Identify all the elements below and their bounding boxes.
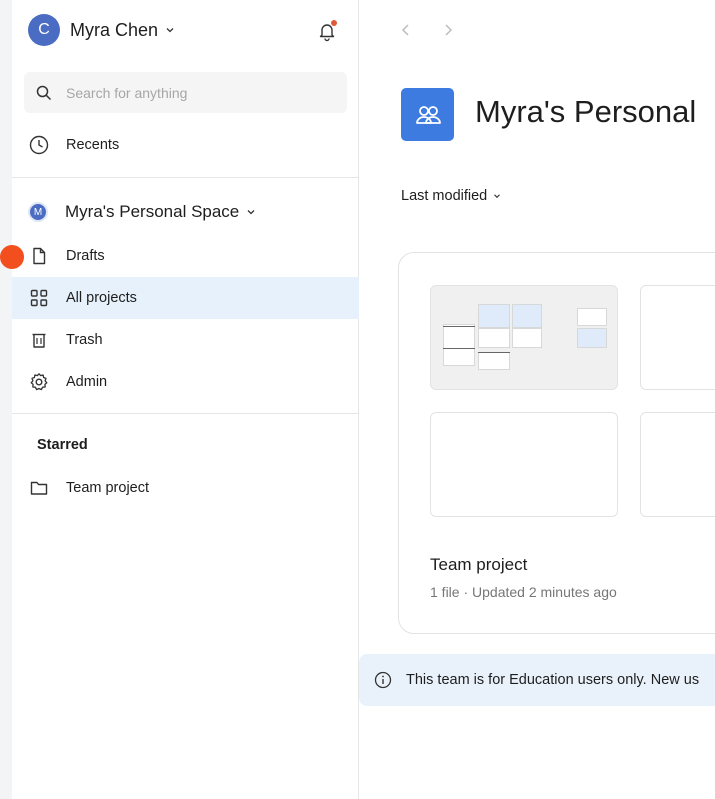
- thumbnail-line: [443, 326, 475, 327]
- thumbnail-frame: [478, 328, 510, 348]
- notifications-button[interactable]: [316, 20, 338, 42]
- thumbnail-frame: [478, 304, 510, 328]
- arrow-right-icon[interactable]: [439, 20, 457, 40]
- sidebar: C Myra Chen Recents M: [12, 0, 359, 799]
- project-meta: 1 file · Updated 2 minutes ago: [430, 584, 617, 600]
- thumbnail-frame: [443, 324, 475, 366]
- page-title: Myra's Personal: [475, 94, 697, 129]
- info-icon: [374, 671, 392, 689]
- search-input[interactable]: [66, 84, 326, 101]
- project-card[interactable]: Team project 1 file · Updated 2 minutes …: [398, 252, 715, 634]
- sidebar-item-drafts[interactable]: Drafts: [12, 235, 359, 277]
- info-banner: This team is for Education users only. N…: [359, 654, 715, 706]
- grid-icon: [28, 287, 50, 309]
- file-thumbnail: [430, 412, 618, 517]
- file-thumbnail: [640, 412, 715, 517]
- cursor-indicator: [0, 245, 24, 269]
- thumbnail-line: [443, 348, 475, 349]
- file-icon: [28, 245, 50, 267]
- sidebar-item-label: Team project: [66, 480, 150, 496]
- search-icon: [36, 85, 52, 100]
- chevron-down-icon: [494, 194, 501, 199]
- chevron-down-icon: [166, 28, 174, 33]
- divider: [12, 413, 358, 414]
- sidebar-item-label: Admin: [66, 374, 108, 390]
- thumbnail-frame: [577, 328, 607, 348]
- user-menu[interactable]: C Myra Chen: [28, 14, 176, 46]
- trash-icon: [28, 329, 50, 351]
- left-edge-strip: [0, 0, 12, 799]
- thumbnail-frame: [512, 328, 542, 348]
- main-content: Myra's Personal Last modified Team proje…: [359, 0, 715, 799]
- sidebar-item-recents[interactable]: Recents: [12, 124, 359, 166]
- sidebar-item-label: All projects: [66, 290, 137, 306]
- thumbnail-frame: [478, 352, 510, 370]
- sidebar-item-admin[interactable]: Admin: [12, 361, 359, 403]
- thumbnail-line: [478, 352, 510, 353]
- starred-heading: Starred: [37, 437, 88, 453]
- team-icon: [401, 88, 454, 141]
- notification-dot: [331, 20, 337, 26]
- sidebar-item-label: Recents: [66, 137, 120, 153]
- clock-icon: [28, 134, 50, 156]
- sidebar-item-trash[interactable]: Trash: [12, 319, 359, 361]
- search-bar[interactable]: [24, 72, 347, 113]
- sidebar-item-label: Trash: [66, 332, 103, 348]
- space-name: Myra's Personal Space: [65, 202, 240, 221]
- starred-item-team-project[interactable]: Team project: [12, 467, 359, 509]
- sidebar-item-all-projects[interactable]: All projects: [12, 277, 359, 319]
- gear-icon: [28, 371, 50, 393]
- folder-icon: [28, 477, 50, 499]
- app-window: C Myra Chen Recents M: [0, 0, 715, 799]
- divider: [12, 177, 358, 178]
- sort-label: Last modified: [401, 188, 488, 204]
- avatar: C: [28, 14, 60, 46]
- thumbnail-frame: [577, 308, 607, 326]
- space-avatar: M: [28, 202, 48, 222]
- sort-dropdown[interactable]: Last modified: [401, 188, 502, 204]
- thumbnail-frame: [512, 304, 542, 328]
- banner-text: This team is for Education users only. N…: [406, 672, 700, 688]
- arrow-left-icon[interactable]: [397, 20, 415, 40]
- chevron-down-icon: [247, 210, 255, 215]
- user-name: Myra Chen: [70, 19, 159, 40]
- sidebar-item-label: Drafts: [66, 248, 105, 264]
- team-space-switcher[interactable]: M Myra's Personal Space: [28, 200, 257, 224]
- project-name: Team project: [430, 555, 528, 574]
- file-thumbnail: [640, 285, 715, 390]
- file-thumbnail[interactable]: [430, 285, 618, 390]
